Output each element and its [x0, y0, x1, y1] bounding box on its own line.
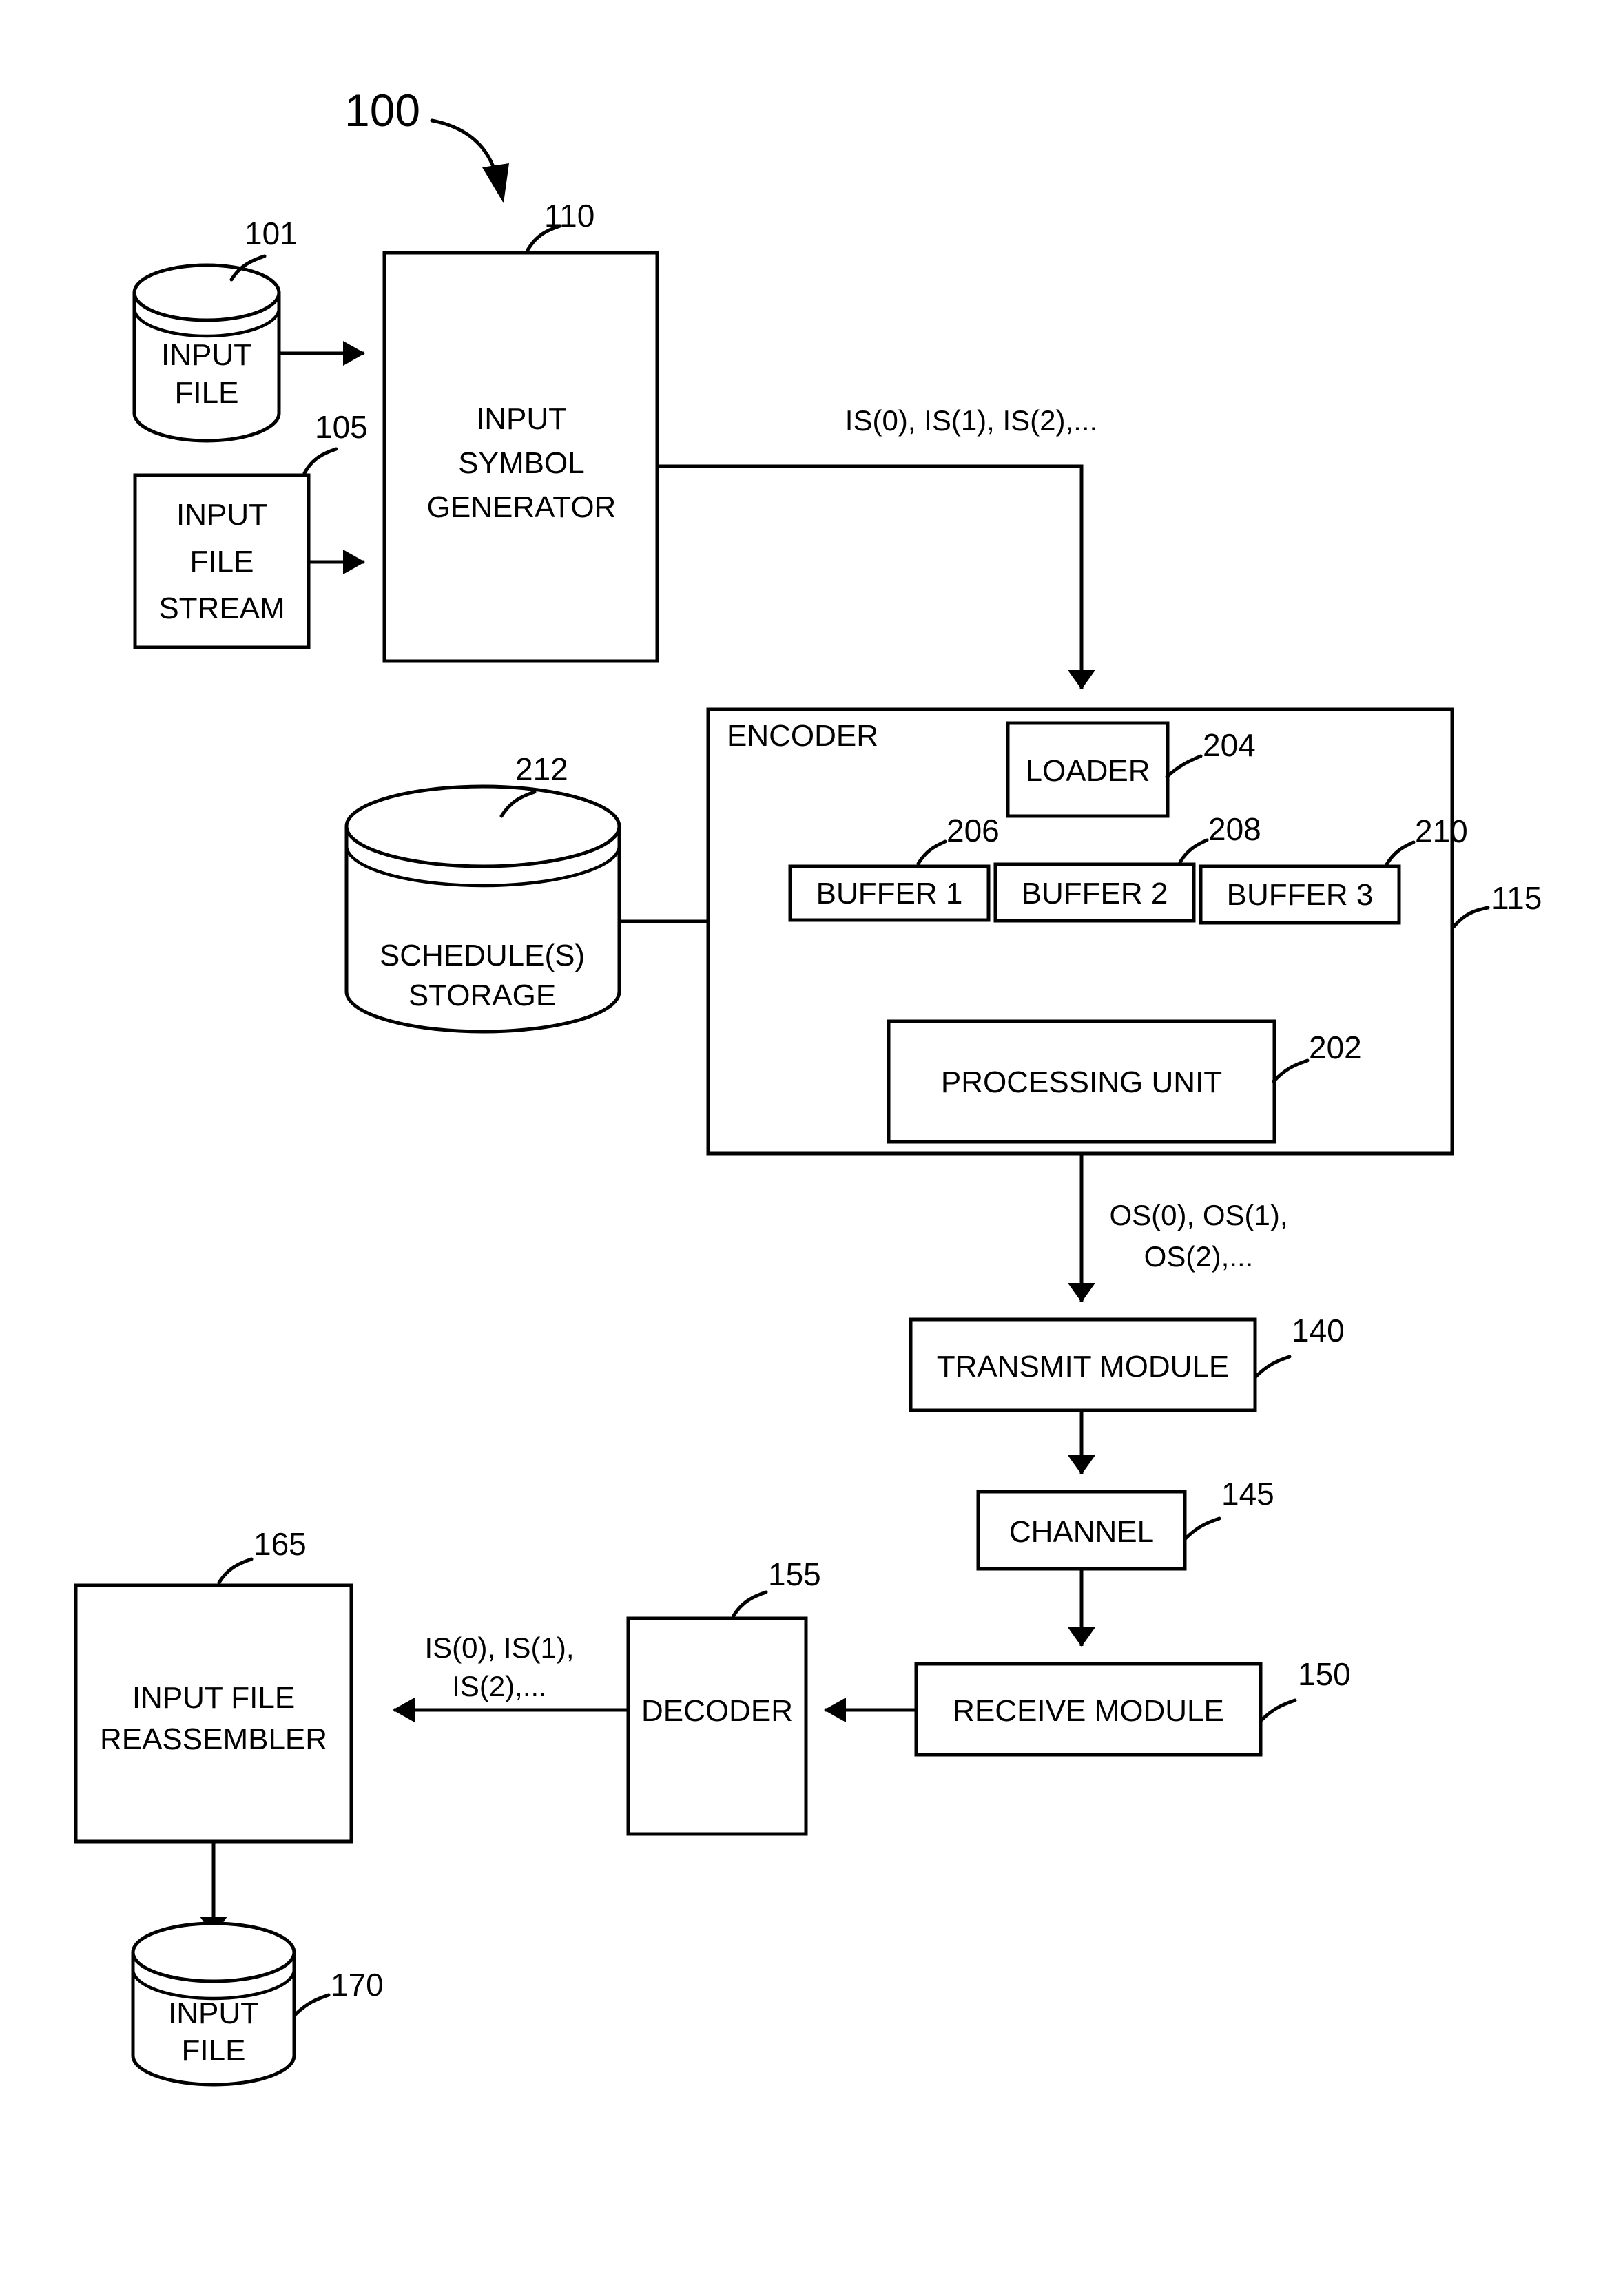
leader-140 — [1254, 1355, 1292, 1379]
flow-label-input-symbols-bottom-line1: IS(0), IS(1), — [424, 1631, 575, 1664]
ref-210: 210 — [1415, 813, 1468, 849]
transmit-module-label: TRANSMIT MODULE — [936, 1350, 1230, 1384]
input-symbol-generator-label-line1: INPUT — [476, 402, 567, 436]
leader-165 — [217, 1557, 254, 1585]
ref-202: 202 — [1309, 1030, 1362, 1065]
buffer2-label: BUFFER 2 — [1021, 877, 1168, 910]
ref-204: 204 — [1203, 727, 1256, 763]
loader-label: LOADER — [1025, 754, 1150, 788]
leader-115 — [1451, 906, 1490, 929]
input-file-top-label-line1: INPUT — [161, 338, 252, 372]
processing-unit-label: PROCESSING UNIT — [940, 1065, 1223, 1099]
decoder-label: DECODER — [641, 1694, 794, 1728]
ref-155: 155 — [768, 1556, 821, 1592]
patent-figure-page: 100 101 INPUT FILE 105 INPUT FILE STREAM… — [0, 0, 1603, 2296]
input-file-stream-label-line3: STREAM — [158, 592, 285, 625]
figure-number: 100 — [344, 85, 421, 136]
input-file-stream-label-line2: FILE — [189, 545, 254, 578]
ref-208: 208 — [1208, 811, 1261, 847]
input-file-top-label-line2: FILE — [174, 376, 239, 410]
flow-label-input-symbols-bottom-line2: IS(2),... — [452, 1670, 547, 1702]
input-symbol-generator-label-line2: SYMBOL — [458, 446, 585, 480]
input-file-bottom-label-line1: INPUT — [168, 1996, 259, 2030]
input-file-bottom-label-line2: FILE — [181, 2034, 246, 2067]
input-file-stream-label-line1: INPUT — [176, 498, 267, 532]
ref-165: 165 — [254, 1526, 307, 1562]
receive-module-label: RECEIVE MODULE — [953, 1694, 1224, 1728]
flow-label-input-symbols-top: IS(0), IS(1), IS(2),... — [845, 404, 1098, 437]
ref-110: 110 — [544, 198, 595, 233]
ref-140: 140 — [1292, 1313, 1345, 1348]
ref-170: 170 — [331, 1967, 384, 2003]
leader-150 — [1259, 1698, 1297, 1722]
figure-leader-100 — [430, 118, 509, 203]
input-symbol-generator-label-line3: GENERATOR — [426, 490, 617, 524]
ref-150: 150 — [1298, 1656, 1351, 1692]
buffer1-label: BUFFER 1 — [816, 877, 963, 910]
ref-105: 105 — [315, 409, 368, 445]
flow-input-symbols-to-encoder — [657, 464, 1095, 689]
ref-115: 115 — [1491, 880, 1542, 916]
channel-label: CHANNEL — [1009, 1515, 1155, 1549]
ref-145: 145 — [1221, 1476, 1274, 1512]
ref-101: 101 — [245, 216, 298, 251]
input-file-reassembler-label-line1: INPUT FILE — [132, 1681, 296, 1715]
schedules-storage-label-line2: STORAGE — [408, 979, 557, 1012]
schedules-storage-label-line1: SCHEDULE(S) — [379, 939, 586, 972]
leader-105 — [302, 447, 338, 475]
ref-212: 212 — [515, 751, 568, 787]
flow-label-output-symbols-line2: OS(2),... — [1144, 1240, 1254, 1273]
leader-155 — [732, 1590, 768, 1618]
leader-145 — [1183, 1516, 1221, 1541]
ref-206: 206 — [947, 813, 1000, 848]
leader-170 — [293, 1993, 331, 2017]
buffer3-label: BUFFER 3 — [1226, 878, 1374, 912]
input-file-reassembler-label-line2: REASSEMBLER — [99, 1722, 328, 1756]
flow-label-output-symbols-line1: OS(0), OS(1), — [1109, 1199, 1288, 1231]
encoder-label: ENCODER — [727, 719, 879, 753]
